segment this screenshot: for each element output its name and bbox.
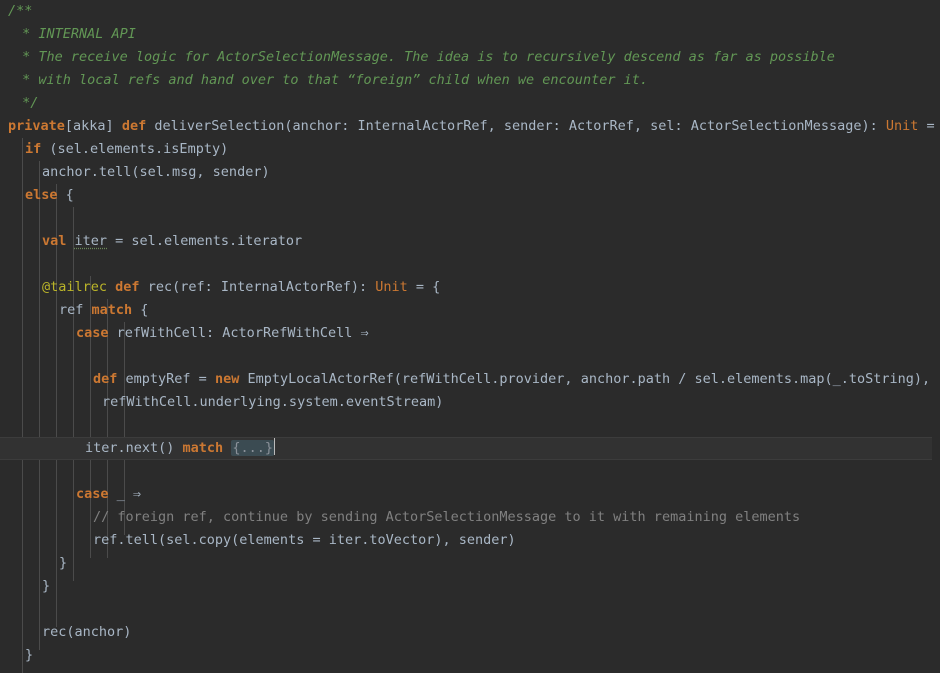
code-line[interactable]: case refWithCell: ActorRefWithCell ⇒	[0, 322, 940, 345]
if-condition: (sel.elements.isEmpty)	[41, 141, 229, 157]
expression-iter-next: iter.next()	[85, 440, 183, 456]
code-line[interactable]: private[akka] def deliverSelection(ancho…	[0, 115, 940, 138]
identifier-emptyRef: emptyRef =	[117, 371, 215, 387]
doc-comment-type-ref: ActorSelectionMessage	[217, 49, 388, 65]
keyword-new: new	[214, 371, 240, 387]
keyword-private: private	[8, 118, 65, 134]
doc-comment-line: * INTERNAL API	[14, 26, 136, 42]
package-qualifier: [akka]	[64, 118, 114, 134]
identifier-iter: iter	[74, 233, 108, 249]
code-line[interactable]: case _ ⇒	[0, 483, 940, 506]
constructor-call-EmptyLocalActorRef: EmptyLocalActorRef(refWithCell.provider,…	[239, 371, 931, 387]
code-editor[interactable]: /** * INTERNAL API * The receive logic f…	[0, 0, 940, 673]
code-line[interactable]: refWithCell.underlying.system.eventStrea…	[0, 391, 940, 414]
line-comment: // foreign ref, continue by sending Acto…	[93, 509, 801, 525]
code-line[interactable]: def emptyRef = new EmptyLocalActorRef(re…	[0, 368, 940, 391]
code-line[interactable]: anchor.tell(sel.msg, sender)	[0, 161, 940, 184]
keyword-case: case	[76, 486, 109, 502]
code-line[interactable]: @tailrec def rec(ref: InternalActorRef):…	[0, 276, 940, 299]
keyword-match: match	[91, 302, 133, 318]
case-pattern-refWithCell: refWithCell: ActorRefWithCell ⇒	[108, 325, 369, 341]
code-line[interactable]: }	[0, 552, 940, 575]
code-line[interactable]: val iter = sel.elements.iterator	[0, 230, 940, 253]
constructor-arg-eventStream: refWithCell.underlying.system.eventStrea…	[102, 394, 444, 410]
blank-line[interactable]	[0, 598, 940, 621]
doc-comment-line: * with local refs and hand over to that …	[14, 72, 648, 88]
code-line[interactable]: }	[0, 644, 940, 667]
val-assignment: = sel.elements.iterator	[107, 233, 303, 249]
keyword-else: else	[25, 187, 58, 203]
blank-line[interactable]	[0, 207, 940, 230]
open-brace: {	[57, 187, 74, 203]
open-brace: {	[132, 302, 149, 318]
blank-line[interactable]	[0, 414, 940, 437]
code-line[interactable]: /**	[0, 0, 940, 23]
blank-line[interactable]	[0, 253, 940, 276]
code-line[interactable]: * The receive logic for ActorSelectionMe…	[0, 46, 940, 69]
keyword-def: def	[115, 279, 140, 295]
statement-anchor-tell: anchor.tell(sel.msg, sender)	[42, 164, 270, 180]
close-brace: }	[25, 647, 34, 663]
code-line[interactable]: rec(anchor)	[0, 621, 940, 644]
statement-rec-call: rec(anchor)	[42, 624, 132, 640]
code-lines[interactable]: /** * INTERNAL API * The receive logic f…	[0, 0, 940, 667]
type-unit: Unit	[885, 118, 919, 134]
method-signature-deliverSelection: deliverSelection(anchor: InternalActorRe…	[146, 118, 886, 134]
keyword-def: def	[121, 118, 147, 134]
annotation-tailrec: @tailrec	[42, 279, 108, 295]
assign-operator: =	[918, 118, 935, 134]
code-line[interactable]: // foreign ref, continue by sending Acto…	[0, 506, 940, 529]
keyword-def: def	[93, 371, 118, 387]
keyword-case: case	[76, 325, 109, 341]
code-line[interactable]: * with local refs and hand over to that …	[0, 69, 940, 92]
code-line[interactable]: if (sel.elements.isEmpty)	[0, 138, 940, 161]
open-brace: = {	[407, 279, 441, 295]
code-line[interactable]: }	[0, 575, 940, 598]
keyword-val: val	[42, 233, 67, 249]
blank-line[interactable]	[0, 345, 940, 368]
code-line[interactable]: */	[0, 92, 940, 115]
blank-line[interactable]	[0, 460, 940, 483]
text-caret	[273, 438, 275, 455]
case-pattern-wildcard: _ ⇒	[108, 486, 142, 502]
code-line[interactable]: ref match {	[0, 299, 940, 322]
method-signature-rec: rec(ref: InternalActorRef):	[139, 279, 376, 295]
type-unit: Unit	[375, 279, 408, 295]
current-code-line[interactable]: iter.next() match {...}	[0, 437, 932, 460]
statement-ref-tell: ref.tell(sel.copy(elements = iter.toVect…	[93, 532, 516, 548]
doc-comment-open: /**	[8, 3, 33, 19]
code-line[interactable]: * INTERNAL API	[0, 23, 940, 46]
close-brace: }	[42, 578, 51, 594]
keyword-match: match	[182, 440, 224, 456]
code-line[interactable]: ref.tell(sel.copy(elements = iter.toVect…	[0, 529, 940, 552]
code-line[interactable]: else {	[0, 184, 940, 207]
keyword-if: if	[25, 141, 42, 157]
doc-comment-close: */	[14, 95, 39, 111]
doc-comment-line: * The receive logic for	[14, 49, 218, 65]
folded-code-placeholder[interactable]: {...}	[231, 440, 274, 456]
identifier-ref: ref	[59, 302, 92, 318]
close-brace: }	[59, 555, 68, 571]
doc-comment-line-tail: . The idea is to recursively descend as …	[387, 49, 835, 65]
